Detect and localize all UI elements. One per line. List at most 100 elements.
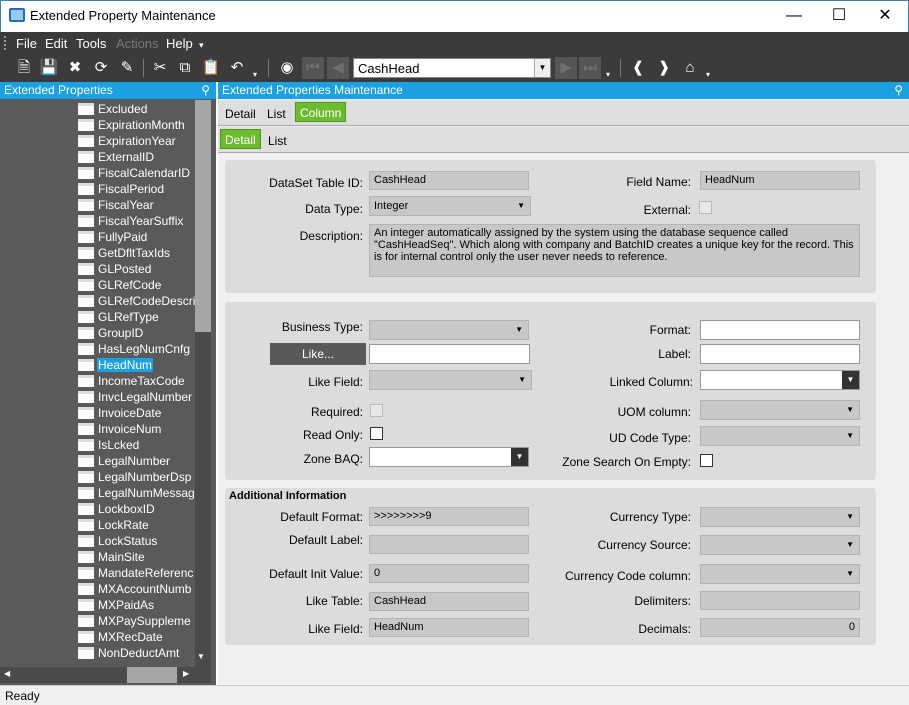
subtab-list[interactable]: List (264, 131, 291, 151)
maximize-button[interactable]: ☐ (816, 0, 862, 31)
business-type-dropdown[interactable]: ▼ (369, 320, 529, 340)
tab-list[interactable]: List (263, 104, 290, 124)
currency-code-column-dropdown[interactable]: ▼ (700, 564, 860, 584)
minimize-button[interactable]: — (771, 0, 817, 31)
uom-column-dropdown[interactable]: ▼ (700, 400, 860, 420)
tree-item-label: MandateReferenc (98, 566, 194, 580)
chevron-down-icon: ▼ (846, 431, 854, 440)
zone-search-checkbox[interactable] (700, 454, 713, 467)
like-button[interactable]: Like... (270, 343, 366, 365)
required-checkbox[interactable] (370, 404, 383, 417)
read-only-checkbox[interactable] (370, 427, 383, 440)
forward-icon[interactable]: ❱ (653, 57, 675, 79)
tree-item-label: HasLegNumCnfg (98, 342, 191, 356)
folder-icon (78, 215, 94, 227)
tree-item-label: IsLcked (98, 438, 140, 452)
scroll-down-icon[interactable]: ▼ (197, 652, 205, 661)
tree-item-label: InvoiceNum (98, 422, 162, 436)
delete-icon[interactable]: ✖ (64, 57, 86, 79)
folder-icon (78, 199, 94, 211)
status-text: Ready (5, 689, 40, 703)
like-field-additional-field: HeadNum (369, 618, 529, 637)
read-only-label: Read Only: (302, 428, 363, 442)
cut-icon[interactable]: ✂ (149, 57, 171, 79)
linked-column-dropdown[interactable]: ▼ (700, 370, 860, 390)
scroll-right-icon[interactable]: ▶ (183, 669, 189, 678)
tree-item-label: GroupID (98, 326, 144, 340)
menu-tools[interactable]: Tools (76, 36, 106, 51)
tab-detail[interactable]: Detail (221, 104, 260, 124)
like-input[interactable] (369, 344, 530, 364)
tree-scroll-thumb[interactable] (195, 100, 211, 332)
ud-code-type-dropdown[interactable]: ▼ (700, 426, 860, 446)
tree-item-label: MXPaidAs (98, 598, 155, 612)
folder-icon (78, 263, 94, 275)
chevron-down-icon[interactable]: ▼ (534, 59, 550, 77)
tree-horizontal-scrollbar[interactable] (0, 667, 211, 683)
tree-item-label: GLRefCodeDescri (98, 294, 195, 308)
external-checkbox[interactable] (699, 201, 712, 214)
previous-record-icon[interactable]: ◀ (327, 57, 349, 79)
menu-edit[interactable]: Edit (45, 36, 67, 51)
menu-overflow-icon[interactable]: ▾ (199, 40, 204, 51)
last-record-icon[interactable]: ⏭ (579, 57, 601, 79)
toolbar-separator (268, 59, 269, 77)
format-label: Format: (649, 323, 691, 337)
scroll-left-icon[interactable]: ◀ (4, 669, 10, 678)
subtab-detail[interactable]: Detail (220, 129, 261, 149)
data-type-dropdown[interactable]: Integer ▼ (369, 196, 531, 216)
tree-item-label: ExpirationMonth (98, 118, 185, 132)
folder-icon (78, 135, 94, 147)
property-tree[interactable]: Excluded ExpirationMonth ExpirationYear Ext… (0, 101, 195, 666)
chevron-down-icon: ▼ (846, 512, 854, 521)
tab-column[interactable]: Column (295, 102, 347, 122)
app-icon (9, 8, 25, 22)
nav-dropdown-icon[interactable]: ▾ (606, 70, 610, 79)
pin-icon[interactable]: ⚲ (894, 82, 903, 99)
toolbar-overflow-icon[interactable]: ▾ (706, 70, 710, 79)
tree-item-label: FiscalYear (98, 198, 154, 212)
currency-type-dropdown[interactable]: ▼ (700, 507, 860, 527)
like-field-dropdown[interactable]: ▼ (369, 370, 532, 390)
refresh-icon[interactable]: ⟳ (90, 57, 112, 79)
format-input[interactable] (700, 320, 860, 340)
folder-icon (78, 359, 94, 371)
menu-grip (4, 36, 6, 50)
close-button[interactable]: ✕ (862, 0, 908, 31)
new-icon[interactable]: 🗎 (13, 57, 35, 79)
undo-icon[interactable]: ↶ (226, 57, 248, 79)
first-record-icon[interactable]: ⏮ (302, 57, 324, 79)
menu-help[interactable]: Help (166, 36, 193, 51)
folder-icon (78, 103, 94, 115)
home-icon[interactable]: ⌂ (679, 57, 701, 79)
undo-dropdown-icon[interactable]: ▾ (253, 70, 257, 79)
zone-search-label: Zone Search On Empty: (562, 455, 691, 469)
tree-hscroll-thumb[interactable] (127, 667, 177, 683)
menu-file[interactable]: File (16, 36, 37, 51)
like-field-label: Like Field: (308, 375, 363, 389)
currency-source-dropdown[interactable]: ▼ (700, 535, 860, 555)
clear-icon[interactable]: ✎ (116, 57, 138, 79)
copy-icon[interactable]: ⧉ (174, 57, 196, 79)
record-combo[interactable]: CashHead ▼ (353, 58, 551, 78)
folder-icon (78, 519, 94, 531)
folder-icon (78, 119, 94, 131)
paste-icon[interactable]: 📋 (200, 57, 222, 79)
tree-item-label: IncomeTaxCode (98, 374, 185, 388)
ud-code-type-label: UD Code Type: (609, 431, 691, 445)
folder-icon (78, 583, 94, 595)
zone-baq-dropdown[interactable]: ▼ (369, 447, 529, 467)
folder-icon (78, 471, 94, 483)
save-icon[interactable]: 💾 (38, 57, 60, 79)
tree-item-label: FiscalYearSuffix (98, 214, 184, 228)
pin-icon[interactable]: ⚲ (201, 82, 210, 99)
folder-icon (78, 487, 94, 499)
label-input[interactable] (700, 344, 860, 364)
tree-item-label: LegalNumberDsp (98, 470, 192, 484)
back-icon[interactable]: ❰ (627, 57, 649, 79)
folder-icon (78, 391, 94, 403)
currency-source-label: Currency Source: (597, 538, 691, 552)
next-record-icon[interactable]: ▶ (555, 57, 577, 79)
binoculars-icon[interactable]: ◉ (276, 57, 298, 79)
menu-actions[interactable]: Actions (116, 36, 159, 51)
